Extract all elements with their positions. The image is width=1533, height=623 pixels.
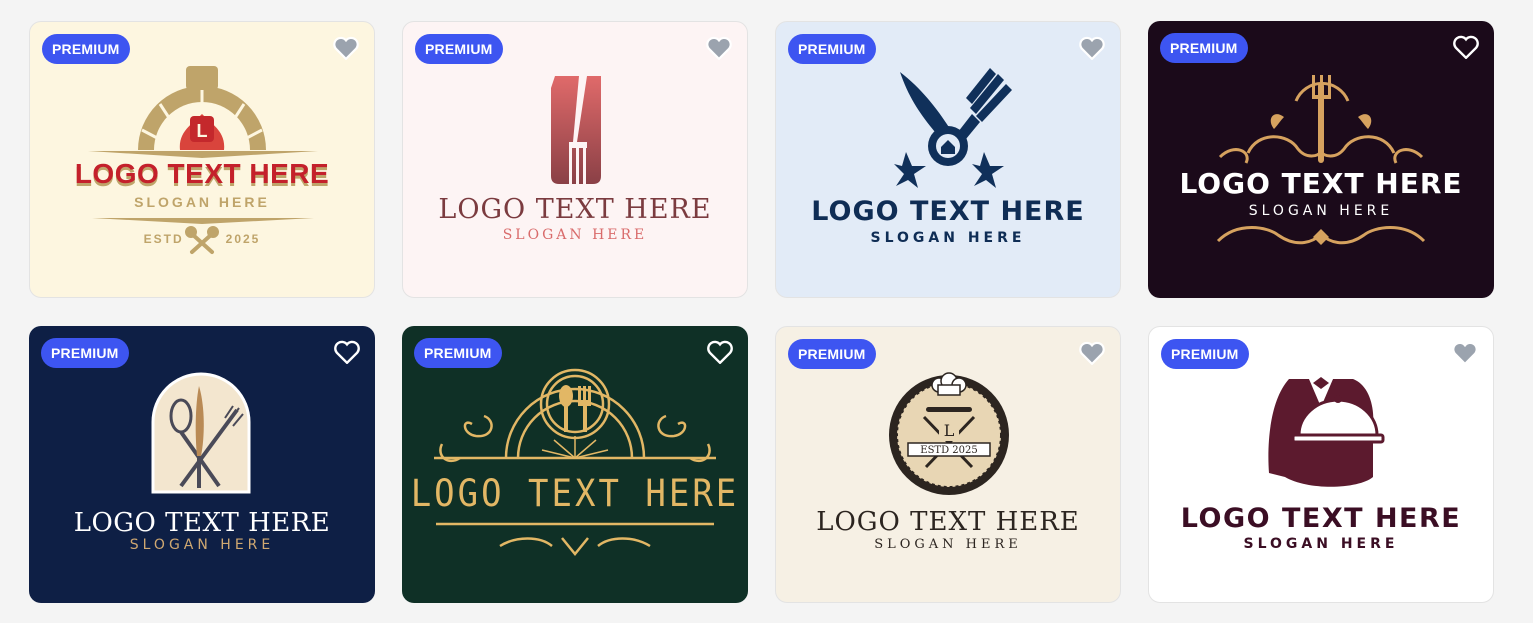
premium-badge: PREMIUM: [788, 339, 876, 369]
emblem-text: ESTD 2025: [920, 445, 977, 456]
template-card[interactable]: PREMIUM LOGO TEXT HERE SLOGAN HERE: [1148, 21, 1494, 298]
logo-text: LOGO TEXT HERE: [1180, 503, 1462, 534]
slogan-text: SLOGAN HERE: [134, 194, 270, 210]
slogan-text: SLOGAN HERE: [1243, 536, 1399, 552]
logo-text: LOGO TEXT HERE: [74, 158, 330, 189]
template-card[interactable]: PREMIUM L ESTD 2025 LOGO TEXT HERE SLOGA…: [775, 326, 1121, 603]
favorite-button[interactable]: [705, 35, 733, 61]
favorite-button[interactable]: [1452, 34, 1480, 60]
estd-label: ESTD: [143, 232, 184, 246]
favorite-button[interactable]: [1078, 340, 1106, 366]
template-card[interactable]: PREMIUM LOGO TEXT HERE SLOGAN HERE: [402, 21, 748, 298]
slogan-text: SLOGAN HERE: [874, 537, 1022, 552]
heart-icon: [1452, 341, 1478, 365]
slogan-text: SLOGAN HERE: [129, 537, 275, 553]
slogan-text: SLOGAN HERE: [1248, 203, 1394, 219]
slogan-text: SLOGAN HERE: [502, 227, 648, 243]
heart-icon: [1079, 341, 1105, 365]
emblem-letter: L: [944, 421, 955, 440]
template-card[interactable]: PREMIUM LOGO TEXT HERE: [402, 326, 748, 603]
favorite-button[interactable]: [1078, 35, 1106, 61]
favorite-button[interactable]: [706, 339, 734, 365]
favorite-button[interactable]: [1451, 340, 1479, 366]
logo-letter: L: [197, 121, 208, 141]
template-card[interactable]: PREMIUM LOGO TEXT HERE SLOGAN HERE: [1148, 326, 1494, 603]
logo-text: LOGO TEXT HERE: [811, 196, 1085, 227]
logo-text: LOGO TEXT HERE: [816, 507, 1080, 537]
favorite-button[interactable]: [333, 339, 361, 365]
template-card[interactable]: PREMIUM LOGO TEXT HERE SLOGAN HERE: [29, 326, 375, 603]
premium-badge: PREMIUM: [1161, 339, 1249, 369]
slogan-text: SLOGAN HERE: [870, 230, 1026, 246]
heart-icon: [707, 340, 733, 364]
premium-badge: PREMIUM: [42, 34, 130, 64]
premium-badge: PREMIUM: [41, 338, 129, 368]
heart-icon: [333, 36, 359, 60]
heart-icon: [706, 36, 732, 60]
premium-badge: PREMIUM: [788, 34, 876, 64]
heart-icon: [1453, 35, 1479, 59]
favorite-button[interactable]: [332, 35, 360, 61]
estd-year: 2025: [225, 232, 261, 246]
logo-text: LOGO TEXT HERE: [410, 472, 740, 516]
premium-badge: PREMIUM: [1160, 33, 1248, 63]
template-card[interactable]: PREMIUM LOGO TEXT HERE SLOGAN HERE: [775, 21, 1121, 298]
template-card[interactable]: PREMIUM L LOGO TEXT HERE SLOGAN HERE EST…: [29, 21, 375, 298]
heart-icon: [1079, 36, 1105, 60]
premium-badge: PREMIUM: [414, 338, 502, 368]
premium-badge: PREMIUM: [415, 34, 503, 64]
logo-text: LOGO TEXT HERE: [438, 194, 712, 225]
logo-text: LOGO TEXT HERE: [1179, 167, 1463, 200]
logo-text: LOGO TEXT HERE: [73, 508, 331, 538]
heart-icon: [334, 340, 360, 364]
